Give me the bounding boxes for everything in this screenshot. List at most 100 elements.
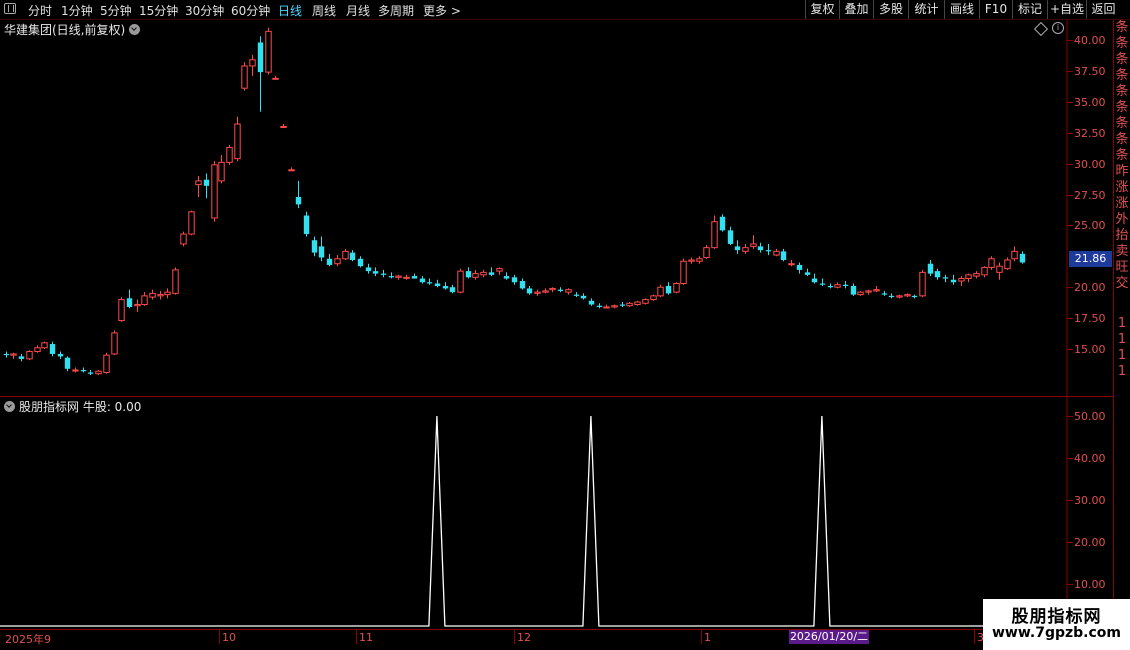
candle-body [842, 284, 849, 286]
candle-body [680, 260, 687, 284]
candle-body [996, 265, 1003, 273]
candle-body [488, 272, 495, 275]
indicator-tick-label: 30.00 [1074, 493, 1106, 507]
candle-body [226, 147, 233, 163]
side-info-char: 1 [1117, 364, 1127, 379]
candle-body [626, 302, 633, 307]
indicator-title[interactable]: 股朋指标网 牛股: 0.00 [4, 398, 141, 415]
watermark-url: www.7gpzb.com [991, 625, 1121, 641]
candle-body [549, 287, 556, 291]
indicator-line [0, 415, 1067, 627]
candle-body [588, 300, 595, 305]
candle-body [611, 305, 618, 308]
indicator-tick-label: 40.00 [1074, 451, 1106, 465]
candle-body [241, 65, 248, 89]
candle-body [26, 350, 33, 360]
candle-body [303, 215, 310, 235]
candle-body [49, 344, 56, 354]
candle-body [480, 271, 487, 276]
x-label-jan: 1 [704, 631, 711, 644]
candle-body [18, 356, 25, 359]
candle-body [827, 285, 834, 288]
side-info-char: 1 [1117, 332, 1127, 347]
price-tick-label: 15.00 [1074, 342, 1106, 356]
candle-body [442, 285, 449, 289]
side-info-char: 昨 [1115, 164, 1129, 179]
candle-body [757, 246, 764, 251]
candle-body [126, 298, 133, 307]
candle-body [72, 369, 79, 372]
current-price-tag: 21.86 [1069, 251, 1112, 267]
candle-body [796, 264, 803, 270]
chart-title[interactable]: 华建集团(日线,前复权) [4, 21, 141, 38]
candle-body [457, 270, 464, 293]
x-label-oct: 10 [222, 631, 236, 644]
side-info-char: 抬 [1115, 228, 1129, 243]
candle-body [911, 295, 918, 298]
price-tick-label: 20.00 [1074, 280, 1106, 294]
price-tick-label: 30.00 [1074, 157, 1106, 171]
candle-body [703, 247, 710, 259]
candle-body [10, 353, 17, 356]
candle-body [326, 258, 333, 265]
x-label-sep: 2025年9 [5, 633, 51, 646]
candle-body [719, 216, 726, 231]
info-icon[interactable]: i [1052, 22, 1064, 34]
candle-body [565, 289, 572, 293]
side-info-char: 条 [1115, 68, 1129, 83]
candle-body [141, 295, 148, 306]
chart-canvas[interactable] [0, 0, 1130, 650]
candle-body [819, 283, 826, 285]
candle-body [750, 243, 757, 247]
candle-body [288, 169, 295, 172]
candle-body [334, 258, 341, 265]
candle-body [111, 332, 118, 355]
side-info-char: 条 [1115, 100, 1129, 115]
candle-body [295, 196, 302, 205]
side-info-char: 卖 [1115, 244, 1129, 259]
candle-body [265, 30, 272, 73]
candle-body [311, 240, 318, 253]
candle-body [1004, 259, 1011, 270]
candle-body [203, 179, 210, 186]
candle-body [257, 42, 264, 73]
candle-body [496, 268, 503, 272]
candle-body [603, 306, 610, 309]
price-tick-label: 35.00 [1074, 95, 1106, 109]
candle-body [881, 293, 888, 295]
candle-body [519, 281, 526, 289]
candle-body [357, 258, 364, 267]
side-info-char: 1 [1117, 348, 1127, 363]
candle-body [619, 304, 626, 306]
chevron-down-icon[interactable] [4, 401, 15, 412]
candle-body [87, 372, 94, 374]
candle-body [218, 161, 225, 182]
side-info-char: 外 [1115, 212, 1129, 227]
candle-body [411, 276, 418, 279]
candle-body [1011, 250, 1018, 260]
chevron-down-icon[interactable] [129, 24, 141, 35]
candle-body [981, 266, 988, 276]
candle-body [888, 295, 895, 298]
candle-body [557, 289, 564, 291]
side-info-char: 涨 [1115, 180, 1129, 195]
side-info-char: 条 [1115, 148, 1129, 163]
side-info-column: 条条条条条条条条条昨涨涨外抬卖旺交1111 [1114, 20, 1130, 630]
candle-body [149, 292, 156, 298]
candle-body [811, 278, 818, 283]
candle-body [365, 267, 372, 272]
side-info-char: 交 [1115, 276, 1129, 291]
candle-body [419, 278, 426, 283]
candle-body [950, 279, 957, 283]
indicator-tick-label: 50.00 [1074, 409, 1106, 423]
side-info-char: 涨 [1115, 196, 1129, 211]
candle-body [834, 284, 841, 288]
candle-body [742, 247, 749, 252]
side-info-char: 条 [1115, 20, 1129, 35]
candle-body [780, 251, 787, 261]
indicator-title-text: 股朋指标网 牛股: 0.00 [19, 400, 142, 414]
candle-body [403, 276, 410, 279]
candle-body [673, 282, 680, 293]
candle-body [395, 275, 402, 278]
candle-body [80, 370, 87, 372]
